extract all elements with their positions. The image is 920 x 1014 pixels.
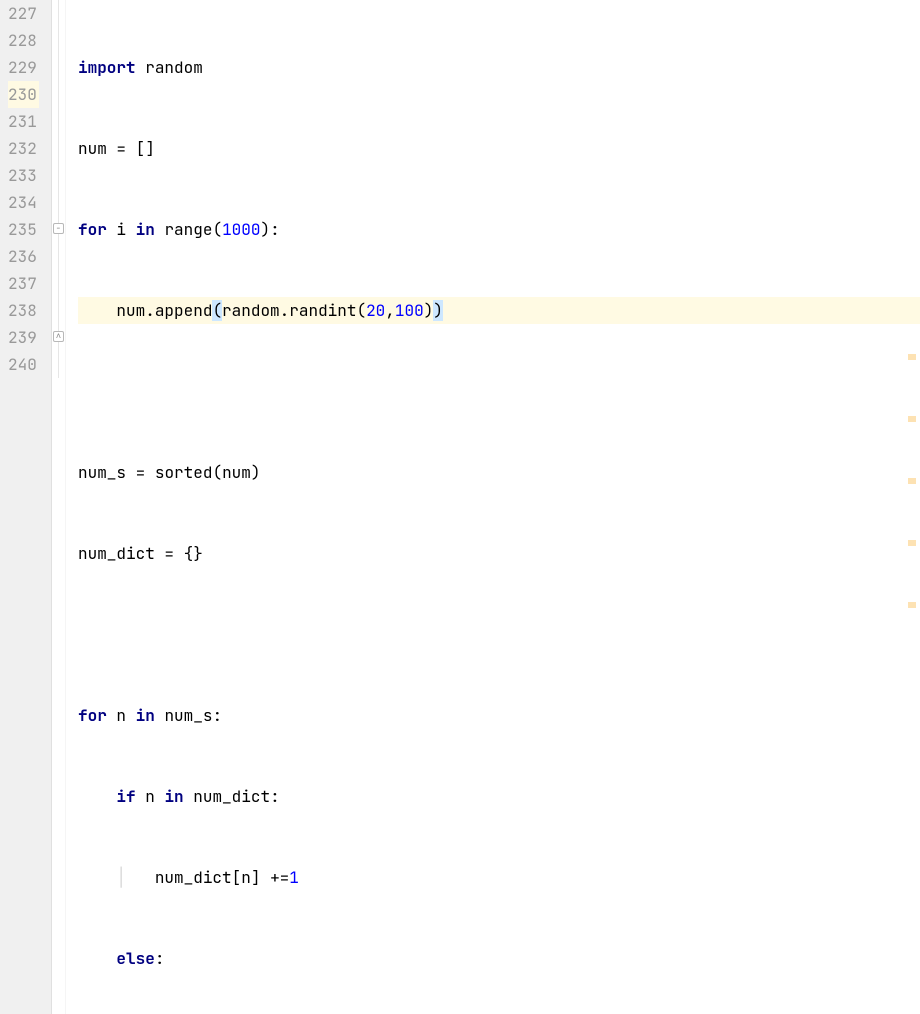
line-number: 229 (8, 54, 39, 81)
fold-gutter[interactable]: − ˄ (52, 0, 66, 1014)
code-line[interactable] (78, 378, 920, 405)
line-number: 230 (8, 81, 39, 108)
line-number: 228 (8, 27, 39, 54)
line-number: 236 (8, 243, 39, 270)
line-number-gutter: 227 228 229 230 231 232 233 234 235 236 … (0, 0, 52, 1014)
line-number: 238 (8, 297, 39, 324)
code-line[interactable]: num_s = sorted(num) (78, 459, 920, 486)
code-line[interactable]: import random (78, 54, 920, 81)
fold-toggle-icon[interactable]: − (53, 223, 64, 234)
code-line[interactable]: num = [] (78, 135, 920, 162)
code-line[interactable] (78, 621, 920, 648)
line-number: 237 (8, 270, 39, 297)
error-stripe[interactable] (908, 80, 916, 380)
code-line[interactable]: num_dict = {} (78, 540, 920, 567)
code-area[interactable]: import random num = [] for i in range(10… (66, 0, 920, 1014)
line-number: 233 (8, 162, 39, 189)
line-number: 234 (8, 189, 39, 216)
line-number: 231 (8, 108, 39, 135)
line-number: 240 (8, 351, 39, 378)
code-line[interactable]: for n in num_s: (78, 702, 920, 729)
line-number: 235 (8, 216, 39, 243)
code-editor[interactable]: 227 228 229 230 231 232 233 234 235 236 … (0, 0, 920, 1014)
code-line[interactable]: if n in num_dict: (78, 783, 920, 810)
code-line[interactable]: else: (78, 945, 920, 972)
line-number: 232 (8, 135, 39, 162)
fold-end-icon[interactable]: ˄ (53, 331, 64, 342)
code-line-current[interactable]: num.append(random.randint(20,100)) (78, 297, 920, 324)
line-number: 239 (8, 324, 39, 351)
code-line[interactable]: for i in range(1000): (78, 216, 920, 243)
code-line[interactable]: │ num_dict[n] +=1 (78, 864, 920, 891)
line-number: 227 (8, 0, 39, 27)
